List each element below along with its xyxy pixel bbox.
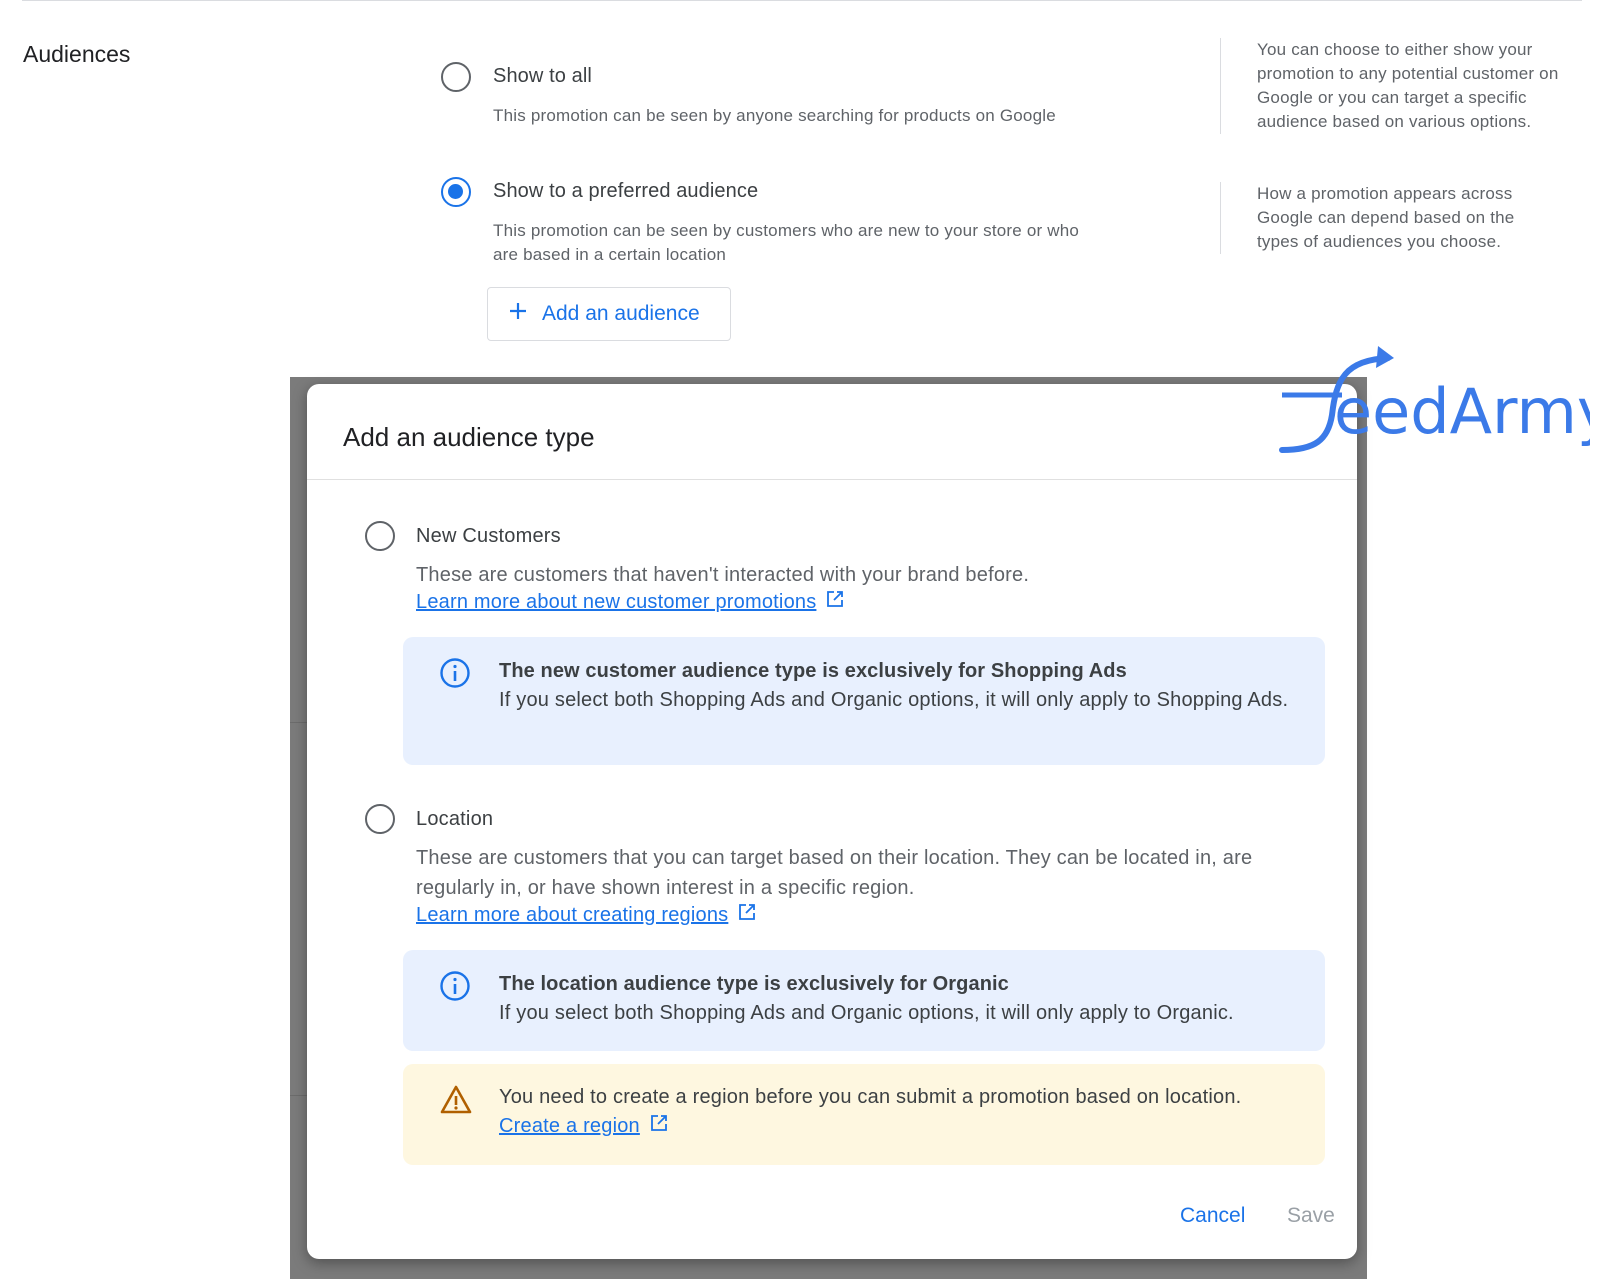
add-audience-button[interactable]: Add an audience	[487, 287, 731, 341]
show-to-all-description: This promotion can be seen by anyone sea…	[493, 106, 1056, 125]
svg-text:eedArmy: eedArmy	[1334, 375, 1590, 448]
external-link-icon	[826, 590, 844, 614]
new-customers-learn-more-link[interactable]: Learn more about new customer promotions	[416, 590, 844, 614]
new-customers-radio[interactable]	[365, 521, 395, 551]
new-customers-description: These are customers that haven't interac…	[416, 564, 1030, 586]
location-info-title: The location audience type is exclusivel…	[499, 973, 1009, 995]
new-customers-learn-more-label: Learn more about new customer promotions	[416, 590, 817, 613]
show-to-all-radio[interactable]	[441, 62, 471, 92]
show-to-preferred-description-line1: This promotion can be seen by customers …	[493, 221, 1080, 240]
location-description: These are customers that you can target …	[416, 847, 1253, 899]
info-icon	[439, 970, 471, 1007]
add-audience-button-label: Add an audience	[542, 302, 700, 325]
location-warning-box: You need to create a region before you c…	[403, 1064, 1325, 1165]
external-link-icon	[738, 903, 756, 927]
section-title: Audiences	[23, 41, 131, 67]
dialog-title: Add an audience type	[343, 422, 595, 452]
create-region-label: Create a region	[499, 1114, 640, 1137]
info-icon	[439, 657, 471, 694]
location-label: Location	[416, 808, 494, 830]
location-warning-text: You need to create a region before you c…	[499, 1086, 1242, 1108]
location-radio[interactable]	[365, 804, 395, 834]
dialog-divider	[307, 479, 1357, 480]
location-learn-more-label: Learn more about creating regions	[416, 903, 729, 926]
show-to-preferred-label: Show to a preferred audience	[493, 180, 759, 202]
location-learn-more-link[interactable]: Learn more about creating regions	[416, 903, 756, 927]
new-customers-info-text: If you select both Shopping Ads and Orga…	[499, 689, 1289, 711]
create-region-link[interactable]: Create a region	[499, 1114, 668, 1138]
location-info-box: The location audience type is exclusivel…	[403, 950, 1325, 1051]
new-customers-info-box: The new customer audience type is exclus…	[403, 637, 1325, 765]
cancel-button[interactable]: Cancel	[1180, 1204, 1245, 1228]
show-to-preferred-radio[interactable]	[441, 177, 471, 207]
location-info-text: If you select both Shopping Ads and Orga…	[499, 1002, 1234, 1024]
warning-icon	[439, 1084, 473, 1121]
new-customers-info-title: The new customer audience type is exclus…	[499, 660, 1127, 682]
add-audience-type-dialog: Add an audience type New Customers These…	[307, 384, 1357, 1259]
help-text-audience-choice: You can choose to either show your promo…	[1220, 38, 1560, 134]
show-to-preferred-description-line2: are based in a certain location	[493, 245, 727, 264]
save-button[interactable]: Save	[1287, 1204, 1335, 1228]
help-text-audience-appearance: How a promotion appears across Google ca…	[1220, 182, 1560, 254]
feedarmy-logo: eedArmy	[1270, 340, 1612, 455]
show-to-all-label: Show to all	[493, 65, 592, 87]
external-link-icon	[650, 1114, 668, 1138]
top-divider	[22, 0, 1582, 1]
plus-icon	[508, 301, 528, 327]
new-customers-label: New Customers	[416, 525, 561, 547]
